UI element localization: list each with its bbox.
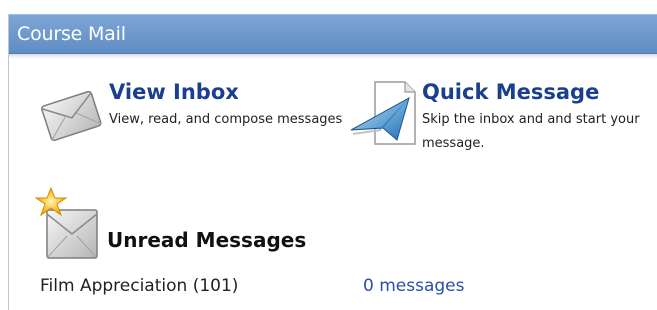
view-inbox-description: View, read, and compose messages bbox=[109, 112, 343, 127]
course-message-count-link[interactable]: 0 messages bbox=[363, 276, 464, 296]
course-name: Film Appreciation (101) bbox=[40, 276, 239, 296]
panel-header: Course Mail bbox=[9, 14, 657, 54]
panel-title: Course Mail bbox=[17, 23, 126, 45]
quick-message-link[interactable]: Quick Message bbox=[422, 80, 599, 104]
new-mail-star-icon bbox=[34, 186, 105, 267]
course-mail-panel: Course Mail View Inbox View, read, and c… bbox=[8, 14, 657, 310]
view-inbox-link[interactable]: View Inbox bbox=[109, 80, 239, 104]
quick-message-description: Skip the inbox and and start your messag… bbox=[422, 112, 640, 151]
unread-messages-heading: Unread Messages bbox=[107, 228, 307, 252]
header-shadow bbox=[9, 54, 657, 59]
envelope-icon[interactable] bbox=[37, 84, 105, 151]
paper-airplane-document-icon[interactable] bbox=[343, 78, 421, 155]
